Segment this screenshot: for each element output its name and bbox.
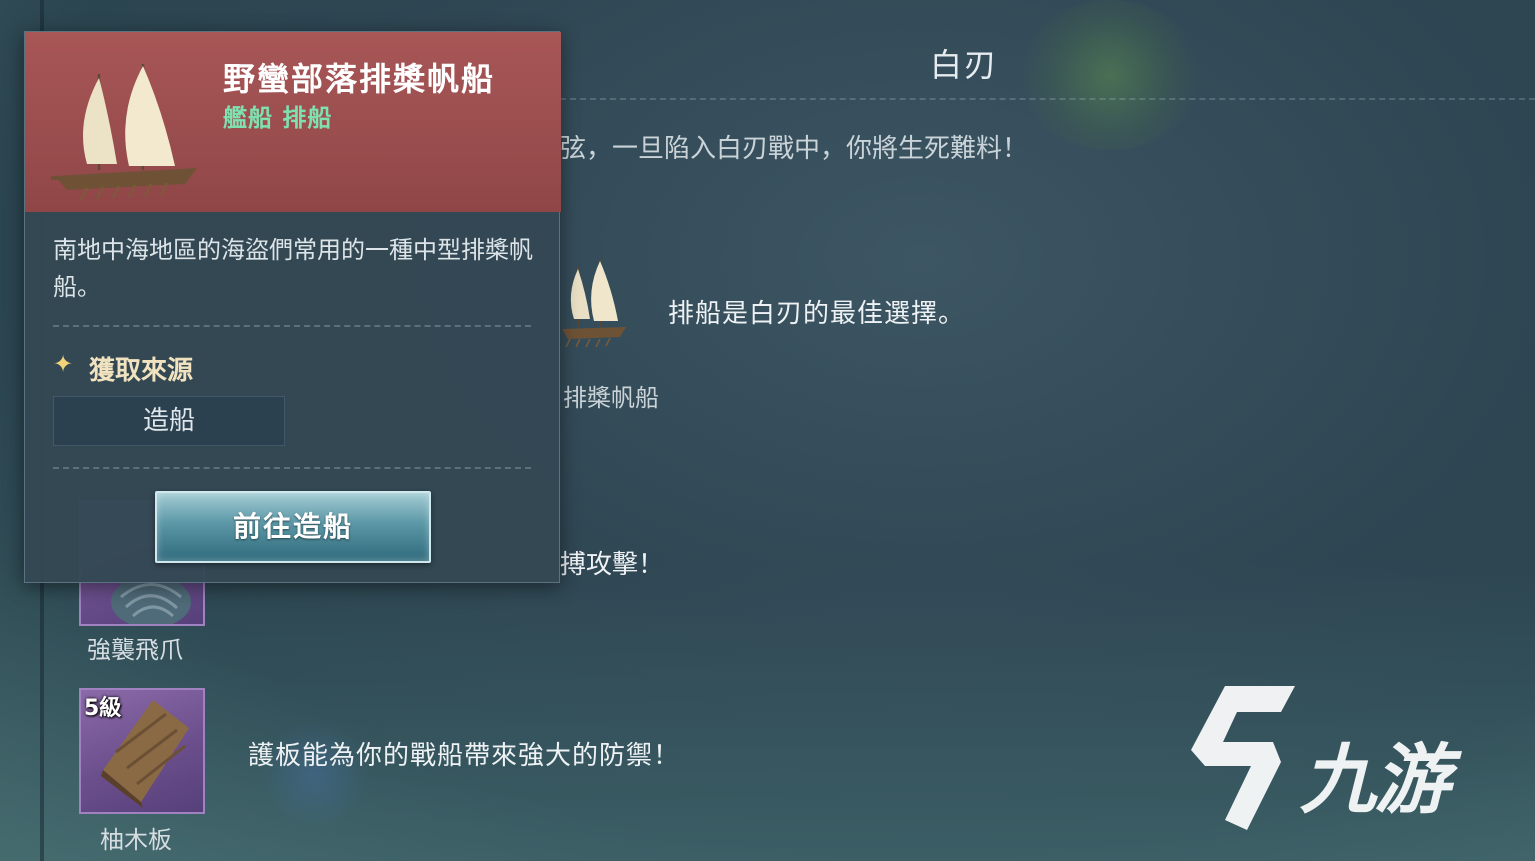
source-heading: 獲取來源 <box>89 356 194 386</box>
ship-info-popup: 野蠻部落排槳帆船 艦船 排船 南地中海地區的海盜們常用的一種中型排槳帆船。 ✦ … <box>24 31 561 583</box>
popup-header: 野蠻部落排槳帆船 艦船 排船 <box>25 32 561 212</box>
ship-caption: 排槳帆船 <box>563 384 659 412</box>
goto-shipbuilding-button[interactable]: 前往造船 <box>155 491 431 563</box>
ship-description: 排船是白刃的最佳選擇。 <box>668 299 966 329</box>
divider <box>53 467 531 469</box>
panel-title: 白刃 <box>930 46 999 84</box>
plank-description: 護板能為你的戰船帶來強大的防禦！ <box>248 741 681 771</box>
source-item-shipbuilding[interactable]: 造船 <box>53 396 285 446</box>
watermark-text: 九游 <box>1300 735 1450 824</box>
star-icon: ✦ <box>53 350 74 378</box>
title-divider <box>560 98 1535 100</box>
ship-type: 艦船 排船 <box>223 104 333 132</box>
ship-description-text: 南地中海地區的海盜們常用的一種中型排槳帆船。 <box>53 236 533 301</box>
background-glow <box>1020 0 1200 150</box>
plank-caption: 柚木板 <box>100 826 172 854</box>
ship-name: 野蠻部落排槳帆船 <box>223 60 496 98</box>
divider <box>53 325 531 327</box>
grapple-caption: 強襲飛爪 <box>87 636 183 664</box>
galley-ship-icon[interactable] <box>560 255 630 350</box>
panel-intro-text: 弦，一旦陷入白刃戰中，你將生死難料！ <box>560 134 1029 164</box>
item-level-badge: 5級 <box>84 696 122 721</box>
plank-item-card[interactable]: 5級 <box>79 688 205 814</box>
grapple-description: 搏攻擊！ <box>560 550 665 580</box>
galley-ship-icon <box>51 64 197 201</box>
